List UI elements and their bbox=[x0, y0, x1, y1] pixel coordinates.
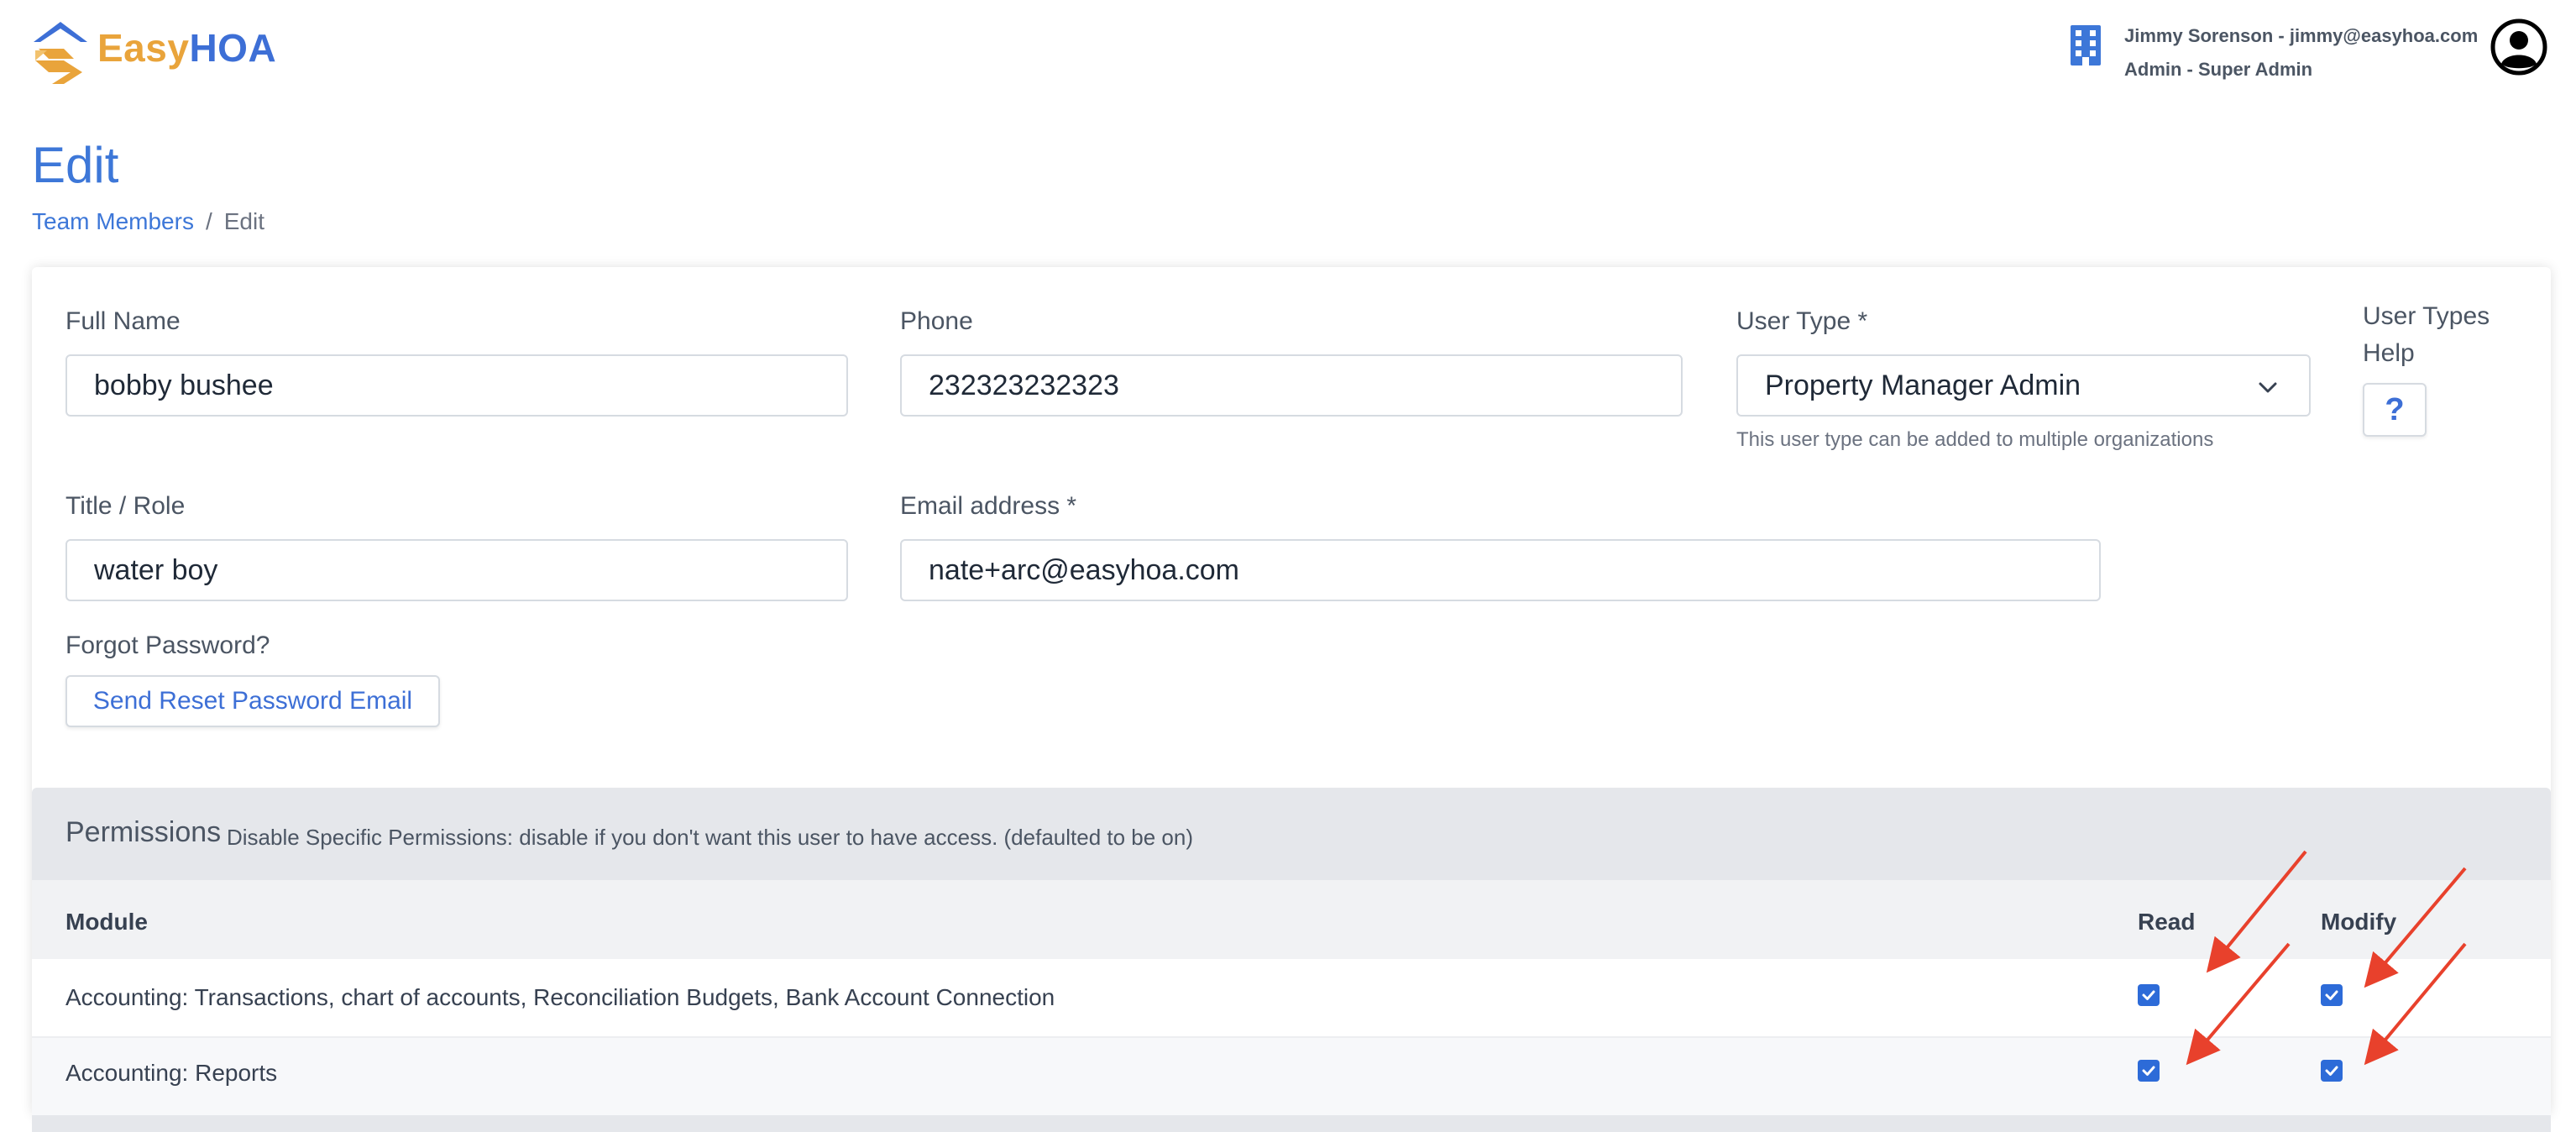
phone-input[interactable]: 232323232323 bbox=[900, 354, 1683, 417]
easyhoa-logo[interactable]: EasyHOA bbox=[30, 17, 299, 87]
breadcrumb-team-members[interactable]: Team Members bbox=[32, 208, 194, 234]
current-user-role: Admin - Super Admin bbox=[2124, 59, 2313, 80]
user-type-label: User Type * bbox=[1736, 307, 1868, 335]
user-type-selected-value: Property Manager Admin bbox=[1765, 369, 2081, 401]
user-avatar-icon[interactable] bbox=[2490, 18, 2547, 76]
logo-text: EasyHOA bbox=[97, 25, 276, 71]
send-reset-password-button[interactable]: Send Reset Password Email bbox=[65, 675, 440, 727]
column-module: Module bbox=[65, 909, 148, 935]
title-role-label: Title / Role bbox=[65, 492, 186, 520]
column-modify: Modify bbox=[2321, 909, 2397, 935]
modify-checkbox[interactable] bbox=[2321, 984, 2343, 1006]
user-types-help-button[interactable]: ? bbox=[2363, 383, 2427, 437]
user-types-help-label-line2: Help bbox=[2363, 339, 2415, 367]
breadcrumb-current: Edit bbox=[223, 208, 264, 234]
building-icon[interactable] bbox=[2069, 25, 2102, 66]
breadcrumb-separator: / bbox=[205, 208, 212, 234]
permissions-description: Disable Specific Permissions: disable if… bbox=[227, 825, 1194, 850]
email-input[interactable]: nate+arc@easyhoa.com bbox=[900, 539, 2101, 601]
chevron-down-icon bbox=[2259, 382, 2277, 393]
module-name: Accounting: Reports bbox=[65, 1060, 278, 1086]
read-checkbox[interactable] bbox=[2138, 1060, 2160, 1082]
email-label: Email address * bbox=[900, 492, 1077, 520]
full-name-input[interactable]: bobby bushee bbox=[65, 354, 848, 417]
logo-hoa: HOA bbox=[189, 26, 277, 70]
user-type-hint: This user type can be added to multiple … bbox=[1736, 428, 2214, 451]
checkmark-icon bbox=[2325, 1066, 2338, 1076]
checkmark-icon bbox=[2325, 990, 2338, 1000]
read-checkbox[interactable] bbox=[2138, 984, 2160, 1006]
logo-mark-icon bbox=[34, 22, 87, 84]
breadcrumb: Team Members / Edit bbox=[32, 208, 264, 235]
checkmark-icon bbox=[2142, 990, 2155, 1000]
forgot-password-label: Forgot Password? bbox=[65, 632, 270, 659]
permissions-title: Permissions bbox=[65, 816, 222, 848]
modify-checkbox[interactable] bbox=[2321, 1060, 2343, 1082]
user-type-select[interactable]: Property Manager Admin bbox=[1736, 354, 2311, 417]
logo-easy: Easy bbox=[97, 26, 190, 70]
column-read: Read bbox=[2138, 909, 2196, 935]
current-user-name-email: Jimmy Sorenson - jimmy@easyhoa.com bbox=[2124, 25, 2479, 46]
table-footer-strip bbox=[32, 1115, 2551, 1132]
checkmark-icon bbox=[2142, 1066, 2155, 1076]
module-name: Accounting: Transactions, chart of accou… bbox=[65, 984, 1055, 1010]
page-title: Edit bbox=[32, 137, 119, 193]
phone-label: Phone bbox=[900, 307, 973, 335]
table-row bbox=[32, 1038, 2551, 1115]
title-role-input[interactable]: water boy bbox=[65, 539, 848, 601]
full-name-label: Full Name bbox=[65, 307, 181, 335]
user-types-help-label-line1: User Types bbox=[2363, 302, 2490, 330]
